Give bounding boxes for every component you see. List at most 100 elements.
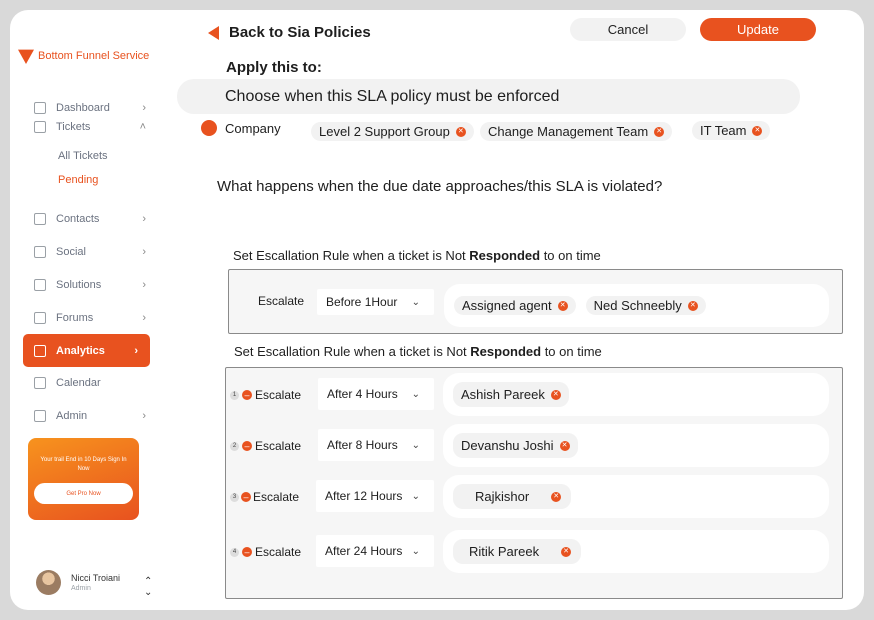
calendar-icon — [34, 377, 46, 389]
group-chip: IT Team ✕ — [692, 121, 771, 140]
rule2-title: Set Escallation Rule when a ticket is No… — [234, 344, 602, 359]
select-value: After 4 Hours — [327, 387, 398, 401]
assignee-field[interactable]: Devanshu Joshi ✕ — [443, 424, 829, 467]
lock-icon — [34, 410, 46, 422]
rule2-box: 1 – Escalate After 4 Hours ⌄ Ashish Paree… — [225, 367, 843, 599]
assignee-chip: Assigned agent ✕ — [454, 296, 576, 315]
escalation-row-label: 3 – Escalate — [230, 490, 299, 504]
chevron-down-icon: ⌄ — [411, 490, 420, 502]
sidebar-item-admin[interactable]: Admin › — [34, 410, 146, 422]
rule-title-prefix: Set Escallation Rule when a ticket is No… — [233, 248, 470, 263]
sidebar-item-label: Calendar — [56, 377, 101, 389]
sidebar-subitem-all-tickets[interactable]: All Tickets — [58, 150, 108, 162]
remove-chip-icon[interactable]: ✕ — [455, 126, 466, 137]
assignee-chip: Devanshu Joshi ✕ — [453, 433, 578, 458]
remove-chip-icon[interactable]: ✕ — [550, 389, 561, 400]
get-pro-button[interactable]: Get Pro Now — [34, 483, 133, 504]
chip-label: Ned Schneebly — [593, 298, 682, 313]
chevron-right-icon: › — [142, 246, 146, 258]
sidebar-item-label: Dashboard — [56, 102, 110, 114]
escalation-time-select[interactable]: After 8 Hours ⌄ — [318, 429, 434, 461]
social-icon — [34, 246, 46, 258]
row-number: 1 — [230, 390, 239, 400]
sidebar-item-dashboard[interactable]: Dashboard › — [34, 102, 146, 114]
chip-label: Ashish Pareek — [461, 387, 545, 402]
sidebar-item-social[interactable]: Social › — [34, 246, 146, 258]
sidebar-item-analytics[interactable]: Analytics › — [23, 334, 150, 367]
company-radio[interactable]: Company — [201, 120, 281, 136]
sla-question: What happens when the due date approache… — [217, 178, 663, 195]
remove-chip-icon[interactable]: ✕ — [557, 300, 568, 311]
select-value: After 24 Hours — [325, 544, 403, 558]
escalation-row-label: 4 – Escalate — [230, 545, 301, 559]
assignee-field[interactable]: Ritik Pareek ✕ — [443, 530, 829, 573]
enforcement-select[interactable]: Choose when this SLA policy must be enfo… — [177, 79, 800, 114]
rule-title-bold: Responded — [470, 344, 542, 359]
chevron-down-icon: ⌄ — [411, 296, 420, 308]
remove-row-icon[interactable]: – — [241, 492, 251, 502]
brand-name: Bottom Funnel Service — [38, 50, 150, 62]
cancel-button[interactable]: Cancel — [570, 18, 686, 41]
assignee-field[interactable]: Assigned agent ✕ Ned Schneebly ✕ — [444, 284, 829, 327]
select-value: After 8 Hours — [327, 438, 398, 452]
remove-row-icon[interactable]: – — [242, 547, 252, 557]
row-number: 2 — [230, 441, 239, 451]
assignee-field[interactable]: Rajkishor ✕ — [443, 475, 829, 518]
sidebar-item-tickets[interactable]: Tickets ˄ — [34, 121, 146, 133]
rule-title-bold: Responded — [469, 248, 541, 263]
chip-label: Ritik Pareek — [469, 544, 540, 559]
remove-chip-icon[interactable]: ✕ — [551, 491, 562, 502]
escalate-label: Escalate — [255, 439, 302, 453]
sidebar-item-contacts[interactable]: Contacts › — [34, 213, 146, 225]
sidebar-item-calendar[interactable]: Calendar — [34, 377, 146, 389]
back-link[interactable]: Back to Sia Policies — [208, 24, 371, 41]
sidebar-item-label: Tickets — [56, 121, 91, 133]
chevron-right-icon: › — [142, 213, 146, 225]
remove-chip-icon[interactable]: ✕ — [752, 125, 763, 136]
analytics-icon — [34, 344, 46, 357]
remove-chip-icon[interactable]: ✕ — [559, 440, 570, 451]
row-number: 3 — [230, 492, 239, 502]
sidebar-subitem-pending[interactable]: Pending — [58, 174, 98, 186]
user-menu-toggle-icon[interactable]: ⌃ ⌄ — [144, 576, 152, 598]
chevron-right-icon: › — [142, 102, 146, 114]
remove-chip-icon[interactable]: ✕ — [561, 546, 572, 557]
update-button[interactable]: Update — [700, 18, 816, 41]
escalation-time-select[interactable]: After 12 Hours ⌄ — [316, 480, 434, 512]
chip-label: Change Management Team — [488, 124, 649, 139]
chip-label: Level 2 Support Group — [319, 124, 450, 139]
remove-chip-icon[interactable]: ✕ — [687, 300, 698, 311]
enforcement-select-text: Choose when this SLA policy must be enfo… — [225, 87, 560, 105]
user-name: Nicci Troiani — [71, 573, 121, 583]
remove-row-icon[interactable]: – — [242, 390, 252, 400]
select-value: After 12 Hours — [325, 489, 403, 503]
assignee-field[interactable]: Ashish Pareek ✕ — [443, 373, 829, 416]
avatar — [36, 570, 61, 595]
promo-text: Your trail End in 10 Days Sign In Now — [40, 457, 127, 472]
user-role: Admin — [71, 585, 91, 592]
assignee-chip: Ned Schneebly ✕ — [585, 296, 706, 315]
rule-title-prefix: Set Escallation Rule when a ticket is No… — [234, 344, 471, 359]
brand-logo[interactable]: Bottom Funnel Service — [18, 48, 149, 64]
chip-label: Devanshu Joshi — [461, 438, 554, 453]
app-window: Bottom Funnel Service Dashboard › Ticket… — [10, 10, 864, 610]
escalation-row-label: 2 – Escalate — [230, 439, 301, 453]
forums-icon — [34, 312, 46, 324]
remove-row-icon[interactable]: – — [242, 441, 252, 451]
chevron-right-icon: › — [142, 312, 146, 324]
remove-chip-icon[interactable]: ✕ — [654, 126, 665, 137]
escalation-time-select[interactable]: After 24 Hours ⌄ — [316, 535, 434, 567]
ticket-icon — [34, 121, 46, 133]
chevron-down-icon: ⌄ — [411, 439, 420, 451]
company-label: Company — [225, 120, 281, 136]
sidebar-item-solutions[interactable]: Solutions › — [34, 279, 146, 291]
escalation-time-select[interactable]: Before 1Hour ⌄ — [317, 289, 434, 315]
user-profile[interactable]: Nicci Troiani Admin — [36, 570, 120, 595]
sidebar-item-forums[interactable]: Forums › — [34, 312, 146, 324]
escalate-label: Escalate — [255, 545, 302, 559]
select-value: Before 1Hour — [326, 295, 398, 309]
escalation-time-select[interactable]: After 4 Hours ⌄ — [318, 378, 434, 410]
sidebar-item-label: Solutions — [56, 279, 102, 291]
chevron-down-icon: ⌄ — [411, 388, 420, 400]
trial-promo-card: Your trail End in 10 Days Sign In Now Ge… — [28, 438, 139, 520]
